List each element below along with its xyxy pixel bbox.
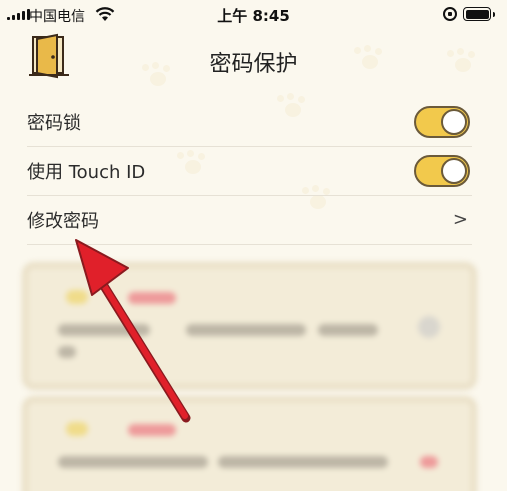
status-bar: 中国电信 上午 8:45 [0, 0, 507, 30]
action-circle [418, 316, 440, 338]
page-title: 密码保护 [209, 52, 298, 77]
placeholder-text [218, 456, 388, 468]
blurred-card [22, 396, 477, 491]
touch-id-toggle[interactable] [414, 155, 470, 187]
status-tag [128, 424, 176, 436]
settings-row-change-password[interactable]: 修改密码 > [27, 196, 472, 245]
placeholder-text [58, 456, 208, 468]
password-lock-toggle[interactable] [414, 106, 470, 138]
placeholder-text [58, 324, 150, 336]
change-password-label: 修改密码 [27, 211, 99, 232]
chevron-right-icon: > [452, 209, 468, 230]
status-time: 上午 8:45 [217, 7, 290, 25]
status-tag [420, 456, 438, 468]
placeholder-text [58, 346, 76, 358]
battery-icon [463, 7, 495, 21]
settings-row-touch-id: 使用 Touch ID [27, 147, 472, 196]
star-icon [66, 290, 88, 304]
settings-row-password-lock: 密码锁 [27, 98, 472, 147]
placeholder-text [318, 324, 378, 336]
status-tag [128, 292, 176, 304]
rotation-lock-icon [443, 7, 457, 21]
password-lock-label: 密码锁 [27, 113, 81, 134]
placeholder-text [186, 324, 306, 336]
touch-id-label: 使用 Touch ID [27, 162, 146, 183]
star-icon [66, 422, 88, 436]
blurred-card [22, 262, 477, 390]
